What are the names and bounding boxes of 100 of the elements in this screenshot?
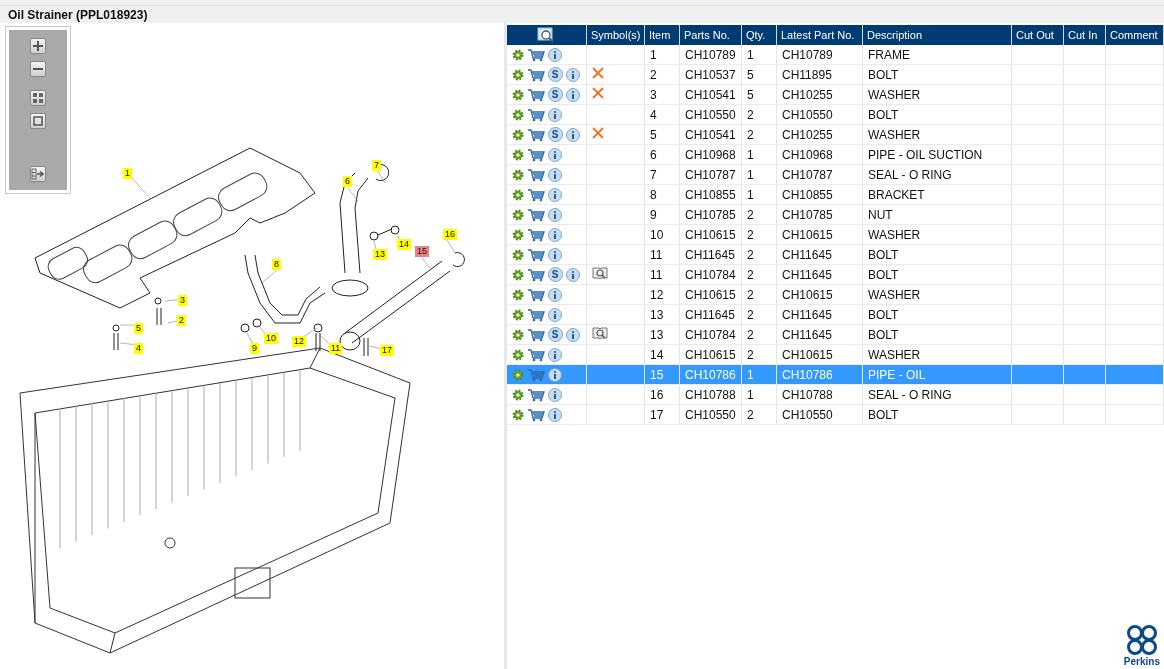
callout-label[interactable]: 8 [272,259,281,270]
table-row[interactable]: S 5 CH10541 2 CH10255 WASHER [506,124,1164,145]
table-row[interactable]: 13 CH11645 2 CH11645 BOLT [506,304,1164,325]
table-row[interactable]: 4 CH10550 2 CH10550 BOLT [506,104,1164,125]
callout-label[interactable]: 6 [343,176,352,187]
cart-icon[interactable] [526,387,545,402]
column-header[interactable]: Description [862,25,1012,45]
search-icon[interactable] [537,27,556,43]
table-row[interactable]: S 13 CH10784 2 CH11645 BOLT [506,324,1164,345]
gear-icon[interactable] [511,88,524,101]
cart-icon[interactable] [526,207,545,222]
gear-icon[interactable] [511,248,524,261]
callout-label[interactable]: 1 [123,168,132,179]
cart-icon[interactable] [526,167,545,182]
supersession-badge[interactable]: S [547,267,563,282]
info-icon[interactable] [547,387,562,402]
gear-icon[interactable] [511,388,524,401]
gear-icon[interactable] [511,228,524,241]
zoom-in-button[interactable] [30,38,46,54]
info-icon[interactable] [547,187,562,202]
callout-label[interactable]: 15 [415,246,429,257]
column-header[interactable]: Latest Part No. [776,25,863,45]
column-header[interactable]: Symbol(s) [586,25,645,45]
gear-icon[interactable] [511,168,524,181]
cart-icon[interactable] [526,107,545,122]
table-row[interactable]: 1 CH10789 1 CH10789 FRAME [506,45,1164,65]
callout-label[interactable]: 17 [380,345,394,356]
column-header[interactable]: Qty. [741,25,777,45]
info-icon[interactable] [565,267,580,282]
book-magnifier-icon[interactable] [592,266,608,280]
callout-label[interactable]: 10 [264,333,278,344]
cart-icon[interactable] [526,47,545,62]
callout-label[interactable]: 5 [134,323,143,334]
gear-icon[interactable] [511,48,524,61]
gear-icon[interactable] [511,128,524,141]
frame-button[interactable] [30,113,46,129]
column-header[interactable]: Parts No. [679,25,742,45]
gear-icon[interactable] [511,288,524,301]
table-row[interactable]: 8 CH10855 1 CH10855 BRACKET [506,184,1164,205]
zoom-out-button[interactable] [30,61,46,77]
table-row[interactable]: 11 CH11645 2 CH11645 BOLT [506,244,1164,265]
cart-icon[interactable] [526,87,545,102]
gear-icon[interactable] [511,108,524,121]
cart-icon[interactable] [526,407,545,422]
callout-label[interactable]: 12 [292,336,306,347]
info-icon[interactable] [547,147,562,162]
callout-label[interactable]: 13 [373,249,387,260]
cart-icon[interactable] [526,347,545,362]
cart-icon[interactable] [526,267,545,282]
callout-label[interactable]: 3 [178,295,187,306]
gear-icon[interactable] [511,308,524,321]
table-row[interactable]: 6 CH10968 1 CH10968 PIPE - OIL SUCTION [506,144,1164,165]
info-icon[interactable] [547,107,562,122]
gear-icon[interactable] [511,188,524,201]
info-icon[interactable] [547,287,562,302]
gear-icon[interactable] [511,328,524,341]
cart-icon[interactable] [526,287,545,302]
gear-icon[interactable] [511,68,524,81]
gear-icon[interactable] [511,148,524,161]
callout-label[interactable]: 9 [250,343,259,354]
supersession-badge[interactable]: S [547,327,563,342]
column-header[interactable]: Comment [1105,25,1164,45]
info-icon[interactable] [565,327,580,342]
supersession-badge[interactable]: S [547,67,563,82]
cart-icon[interactable] [526,227,545,242]
callout-label[interactable]: 16 [443,229,457,240]
column-header[interactable]: Cut In [1063,25,1106,45]
table-row[interactable]: S 2 CH10537 5 CH11895 BOLT [506,64,1164,85]
table-row[interactable]: 14 CH10615 2 CH10615 WASHER [506,344,1164,365]
callout-label[interactable]: 4 [134,343,143,354]
cart-icon[interactable] [526,247,545,262]
cart-icon[interactable] [526,147,545,162]
info-icon[interactable] [547,47,562,62]
callout-label[interactable]: 11 [329,343,343,354]
info-icon[interactable] [547,167,562,182]
table-row[interactable]: 7 CH10787 1 CH10787 SEAL - O RING [506,164,1164,185]
table-row[interactable]: 10 CH10615 2 CH10615 WASHER [506,224,1164,245]
gear-icon[interactable] [511,208,524,221]
info-icon[interactable] [547,207,562,222]
info-icon[interactable] [565,67,580,82]
gear-icon[interactable] [511,348,524,361]
gear-icon[interactable] [511,268,524,281]
supersession-badge[interactable]: S [547,127,563,142]
cart-icon[interactable] [526,67,545,82]
callout-label[interactable]: 14 [397,239,411,250]
info-icon[interactable] [547,307,562,322]
cart-icon[interactable] [526,307,545,322]
cart-icon[interactable] [526,187,545,202]
info-icon[interactable] [565,87,580,102]
cart-icon[interactable] [526,327,545,342]
export-button[interactable] [30,166,46,182]
supersession-badge[interactable]: S [547,87,563,102]
info-icon[interactable] [547,227,562,242]
table-row[interactable]: S 3 CH10541 5 CH10255 WASHER [506,84,1164,105]
table-row[interactable]: S 11 CH10784 2 CH11645 BOLT [506,264,1164,285]
table-row[interactable]: 17 CH10550 2 CH10550 BOLT [506,404,1164,425]
info-icon[interactable] [547,407,562,422]
info-icon[interactable] [547,347,562,362]
info-icon[interactable] [547,247,562,262]
fit-view-button[interactable] [30,90,46,106]
